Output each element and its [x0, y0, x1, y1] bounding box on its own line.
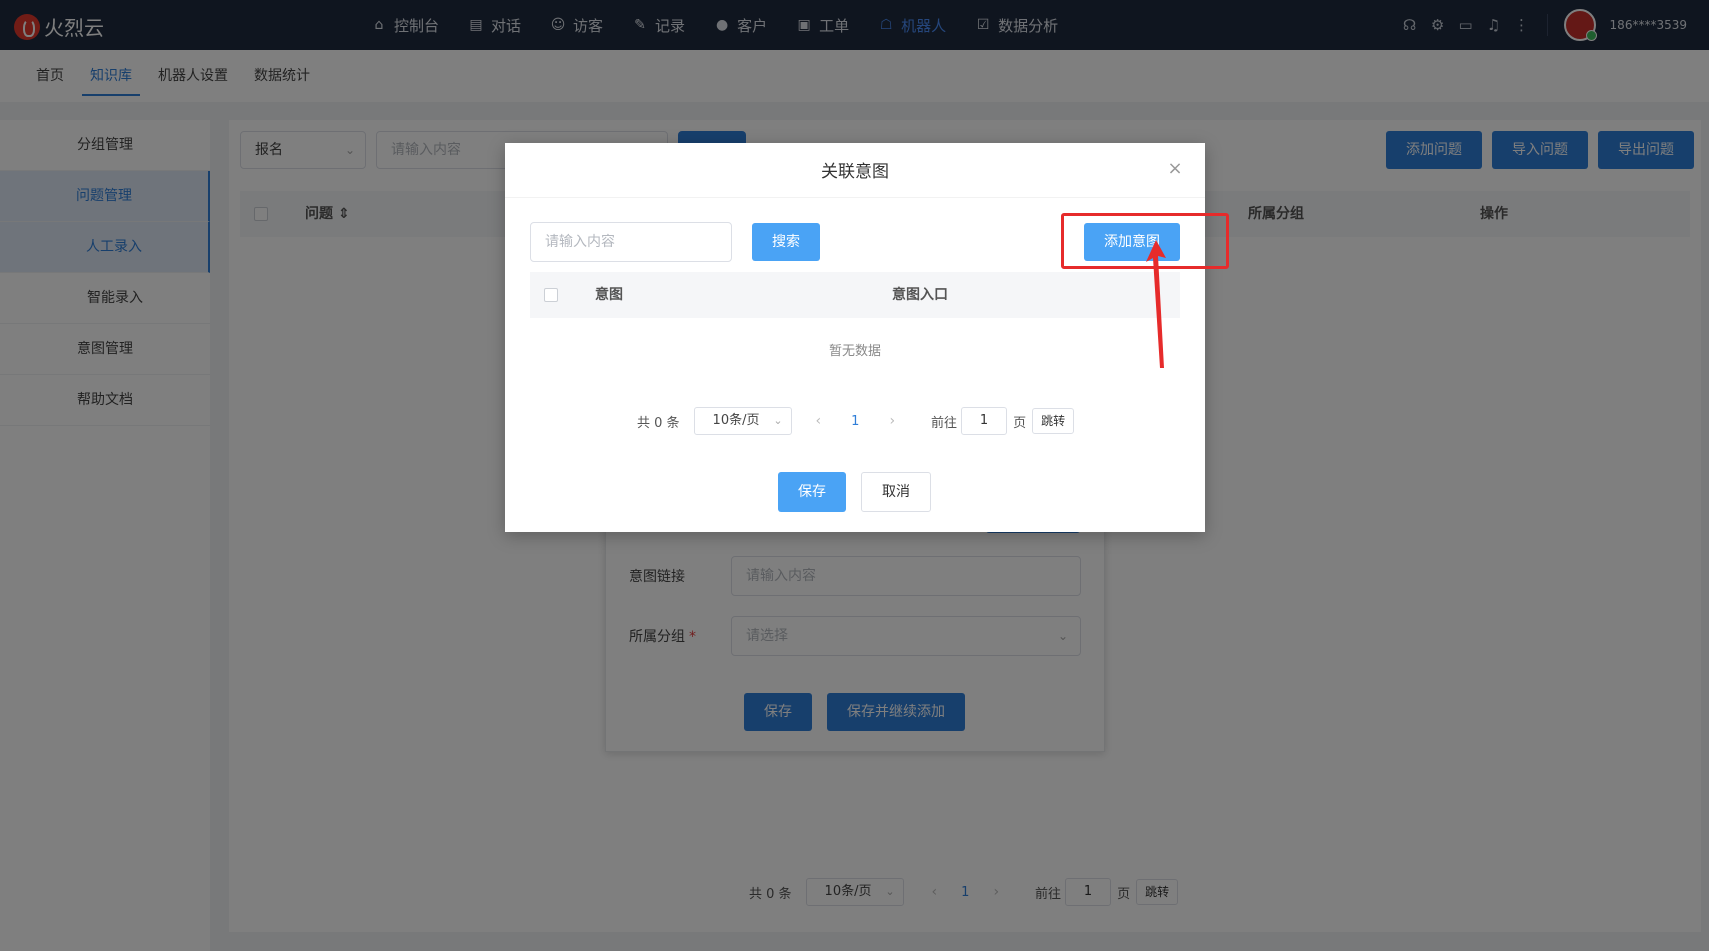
page-size-select[interactable]: 10条/页⌄ — [693, 407, 792, 435]
annotation-arrow-shape — [1146, 240, 1166, 368]
page-number[interactable]: 1 — [851, 414, 859, 429]
next-page-icon[interactable]: › — [889, 413, 895, 429]
dialog-save-button[interactable]: 保存 — [778, 472, 846, 512]
dialog-cancel-button[interactable]: 取消 — [861, 472, 931, 512]
goto-page-input[interactable]: 1 — [961, 407, 1008, 435]
column-intent: 意图 — [595, 287, 623, 303]
divider — [505, 197, 1205, 198]
search-button[interactable]: 搜索 — [752, 223, 820, 261]
chevron-down-icon: ⌄ — [773, 414, 783, 427]
annotation-arrow — [1146, 240, 1166, 368]
dialog-title: 关联意图 — [821, 162, 889, 182]
link-intent-dialog: 关联意图 × 请输入内容 搜索 添加意图 意图 意图入口 暂无数据 共 0 条 … — [505, 143, 1229, 532]
dialog-header: 关联意图 × — [505, 143, 1205, 197]
column-intent-entry: 意图入口 — [892, 287, 948, 303]
intent-table-header: 意图 意图入口 — [530, 272, 1180, 318]
jump-button[interactable]: 跳转 — [1032, 408, 1075, 434]
goto-label: 前往 — [931, 415, 958, 431]
prev-page-icon[interactable]: ‹ — [816, 413, 822, 429]
close-icon[interactable]: × — [1165, 159, 1185, 179]
pagination-total: 共 0 条 — [637, 415, 680, 431]
empty-text: 暂无数据 — [828, 344, 881, 359]
dialog-pagination: 共 0 条 10条/页 ⌄ ‹ 1 › 前往 1 页 跳转 — [637, 407, 1075, 435]
intent-search-input[interactable]: 请输入内容 — [530, 222, 732, 262]
page-unit: 页 — [1013, 415, 1027, 431]
select-all-checkbox[interactable] — [544, 288, 558, 302]
